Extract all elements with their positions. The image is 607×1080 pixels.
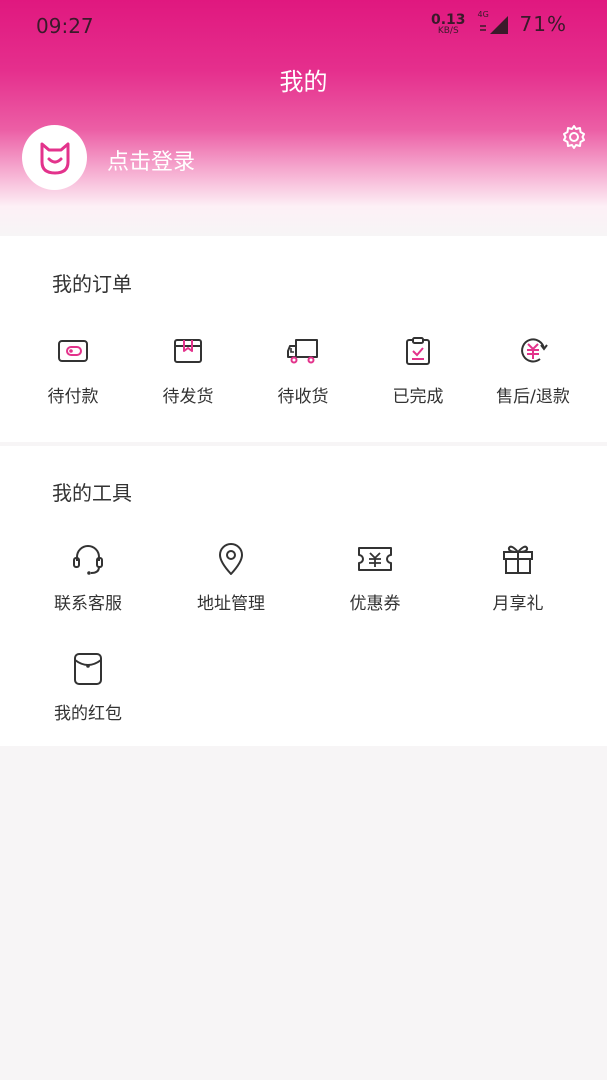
status-indicators: 0.13 KB/S 4G 71% bbox=[431, 10, 567, 36]
tools-title: 我的工具 bbox=[52, 481, 132, 505]
order-item-label: 待收货 bbox=[277, 387, 329, 407]
refund-icon bbox=[521, 338, 548, 363]
truck-icon bbox=[287, 339, 318, 364]
gear-icon bbox=[563, 125, 585, 149]
order-item-label: 已完成 bbox=[392, 387, 444, 407]
orders-card: 我的订单 待付款 待发货 待收货 已完成 售后/退款 bbox=[0, 236, 607, 442]
tool-address-management[interactable]: 地址管理 bbox=[176, 541, 286, 614]
orders-title: 我的订单 bbox=[52, 272, 132, 296]
network-speed-unit: KB/S bbox=[437, 25, 459, 36]
network-speed-value: 0.13 bbox=[431, 11, 466, 28]
order-pending-payment[interactable]: 待付款 bbox=[18, 334, 128, 407]
settings-button[interactable] bbox=[561, 124, 587, 150]
tool-item-label: 我的红包 bbox=[54, 704, 122, 724]
tools-card: 我的工具 联系客服 地址管理 优惠券 月享礼 我的红包 bbox=[0, 446, 607, 746]
tool-item-label: 地址管理 bbox=[197, 594, 265, 614]
tool-item-label: 联系客服 bbox=[54, 594, 122, 614]
status-time: 09:27 bbox=[36, 14, 94, 38]
tool-coupons[interactable]: 优惠券 bbox=[320, 541, 430, 614]
signal-icon: 4G bbox=[476, 10, 510, 36]
login-link[interactable]: 点击登录 bbox=[107, 144, 195, 176]
order-pending-shipment[interactable]: 待发货 bbox=[133, 334, 243, 407]
network-speed: 0.13 KB/S bbox=[431, 13, 466, 36]
page-title: 我的 bbox=[279, 68, 328, 96]
clipboard-check-icon bbox=[406, 337, 430, 365]
cat-avatar-icon bbox=[40, 142, 69, 174]
order-item-label: 待付款 bbox=[47, 387, 99, 407]
tool-item-label: 月享礼 bbox=[492, 594, 544, 614]
tool-red-packet[interactable]: 我的红包 bbox=[33, 651, 143, 724]
order-pending-receipt[interactable]: 待收货 bbox=[248, 334, 358, 407]
status-bar: 09:27 0.13 KB/S 4G 71% bbox=[0, 0, 607, 52]
coupon-icon bbox=[358, 547, 392, 571]
battery-level: 71% bbox=[519, 12, 567, 36]
order-item-label: 待发货 bbox=[162, 387, 214, 407]
network-type: 4G bbox=[477, 10, 489, 19]
tool-item-label: 优惠券 bbox=[349, 594, 401, 614]
tool-monthly-gift[interactable]: 月享礼 bbox=[463, 541, 573, 614]
red-packet-icon bbox=[74, 653, 102, 685]
order-completed[interactable]: 已完成 bbox=[363, 334, 473, 407]
order-after-sales-refund[interactable]: 售后/退款 bbox=[478, 334, 588, 407]
location-pin-icon bbox=[219, 543, 243, 575]
order-item-label: 售后/退款 bbox=[496, 387, 570, 407]
gift-icon bbox=[503, 545, 533, 574]
tool-contact-service[interactable]: 联系客服 bbox=[33, 541, 143, 614]
headset-icon bbox=[73, 545, 103, 575]
avatar[interactable] bbox=[22, 125, 87, 190]
box-icon bbox=[174, 339, 202, 363]
wallet-icon bbox=[58, 340, 88, 362]
